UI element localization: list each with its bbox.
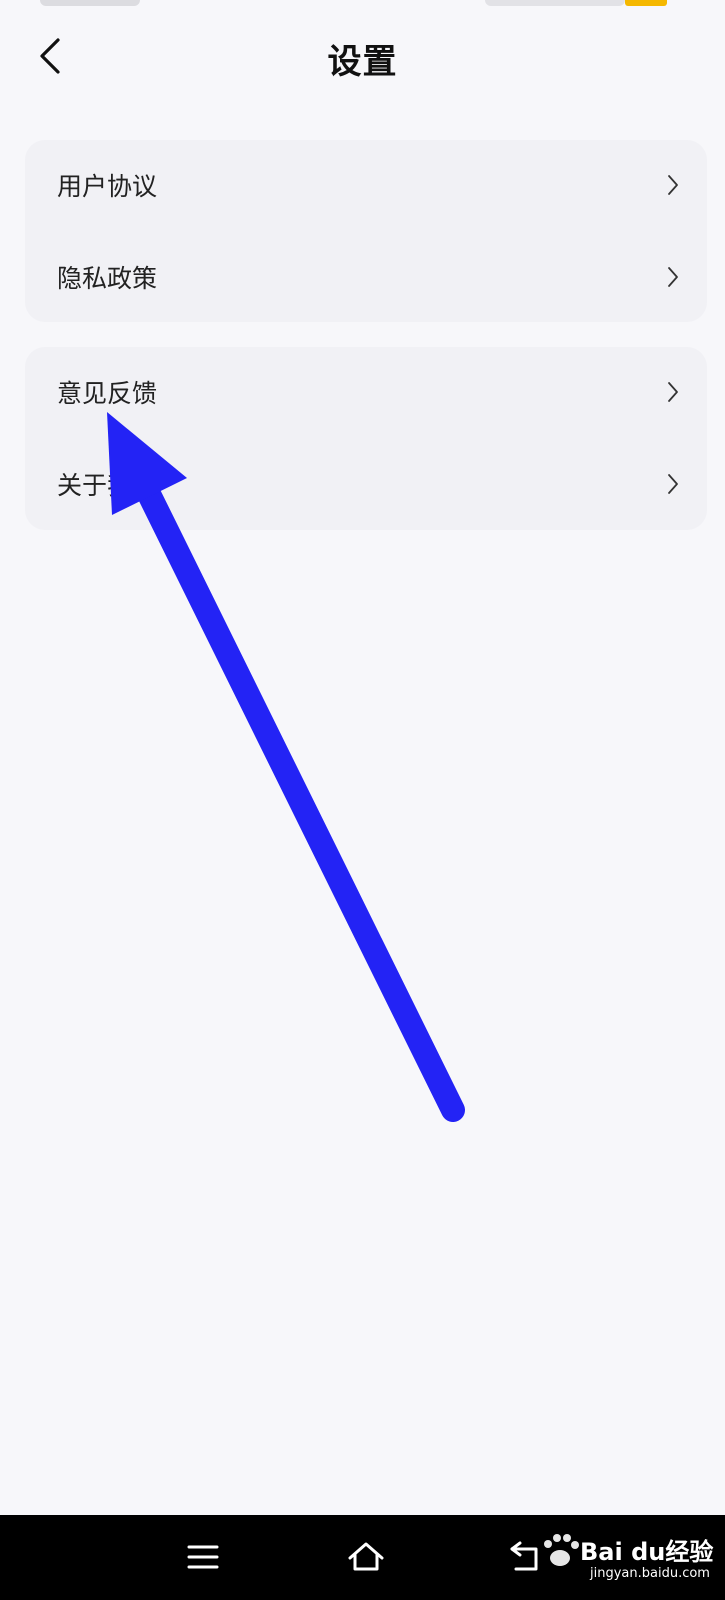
nav-menu-button[interactable]: [181, 1535, 225, 1579]
page-title: 设置: [327, 42, 398, 82]
annotation-arrow-shaft: [130, 468, 465, 1122]
header: 设置: [0, 0, 725, 115]
chevron-right-icon: [668, 474, 678, 494]
menu-icon: [187, 1545, 219, 1569]
menu-item-about-us[interactable]: 关于我们: [25, 439, 707, 529]
chevron-right-icon: [668, 175, 678, 195]
home-icon: [348, 1542, 384, 1571]
menu-item-label: 隐私政策: [57, 264, 158, 293]
menu-item-label: 意见反馈: [57, 379, 158, 408]
menu-item-label: 用户协议: [57, 172, 158, 201]
nav-home-button[interactable]: [344, 1535, 388, 1579]
watermark-brand: Bai du经验: [580, 1538, 714, 1566]
menu-item-user-agreement[interactable]: 用户协议: [25, 140, 707, 230]
watermark-url: jingyan.baidu.com: [590, 1566, 710, 1581]
menu-item-label: 关于我们: [57, 471, 158, 500]
menu-item-privacy-policy[interactable]: 隐私政策: [25, 232, 707, 322]
settings-group-legal: 用户协议 隐私政策: [25, 140, 707, 322]
chevron-right-icon: [668, 382, 678, 402]
chevron-right-icon: [668, 267, 678, 287]
watermark: Bai du经验 jingyan.baidu.com: [530, 1528, 713, 1588]
menu-item-feedback[interactable]: 意见反馈: [25, 347, 707, 437]
settings-group-about: 意见反馈 关于我们: [25, 347, 707, 530]
